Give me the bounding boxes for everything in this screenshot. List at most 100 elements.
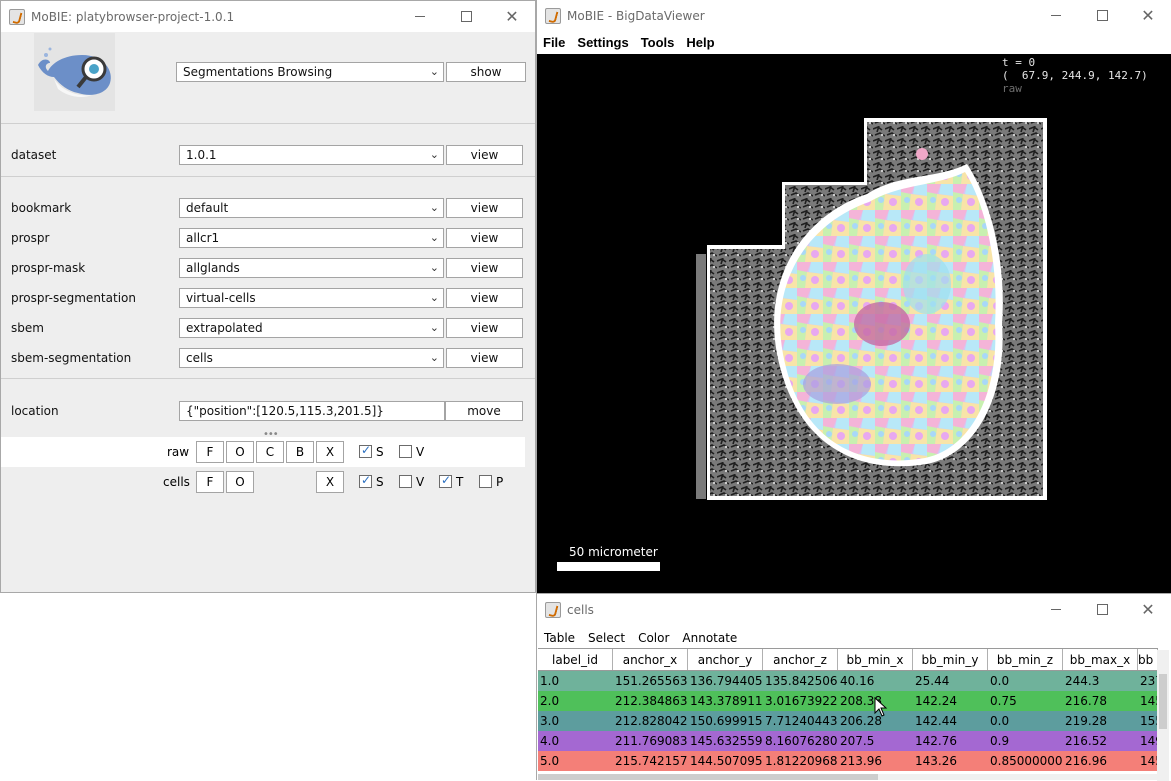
table-cell: 8.160762804... bbox=[765, 734, 838, 748]
table-cell: 145. bbox=[1140, 754, 1158, 768]
app-icon bbox=[545, 601, 561, 618]
column-header[interactable]: bb_min_x bbox=[838, 649, 913, 670]
maximize-button[interactable] bbox=[1079, 0, 1125, 31]
table-cell: 244.3 bbox=[1065, 674, 1100, 688]
bookmark-label: bookmark bbox=[11, 201, 72, 215]
maximize-button[interactable] bbox=[1079, 594, 1125, 625]
table-cell: 0.9 bbox=[990, 734, 1010, 748]
dataset-view-button[interactable]: view bbox=[446, 145, 523, 165]
table-cell: 25.44 bbox=[915, 674, 950, 688]
menu-help[interactable]: Help bbox=[686, 35, 714, 50]
mouse-cursor-icon bbox=[874, 697, 888, 717]
prospr-mask-select[interactable]: allglands ⌄ bbox=[179, 258, 444, 278]
close-button[interactable]: ✕ bbox=[1125, 594, 1171, 625]
cells-opacity-button[interactable]: O bbox=[226, 471, 254, 493]
table-cell: 145. bbox=[1140, 694, 1158, 708]
dataset-select[interactable]: 1.0.1 ⌄ bbox=[179, 145, 444, 165]
prospr-segmentation-label: prospr-segmentation bbox=[11, 291, 136, 305]
menu-file[interactable]: File bbox=[543, 35, 565, 50]
prospr-segmentation-select[interactable]: virtual-cells ⌄ bbox=[179, 288, 444, 308]
raw-focus-button[interactable]: F bbox=[196, 441, 224, 463]
cells-plot-checkbox[interactable] bbox=[479, 475, 492, 488]
move-button[interactable]: move bbox=[445, 401, 523, 421]
cells-focus-button[interactable]: F bbox=[196, 471, 224, 493]
prospr-mask-view-button[interactable]: view bbox=[446, 258, 523, 278]
mobie-titlebar[interactable]: MoBIE: platybrowser-project-1.0.1 ✕ bbox=[1, 1, 535, 32]
table-row[interactable]: 2.0 212.3848636...143.3789112...3.0167392… bbox=[538, 691, 1158, 711]
table-cell: 216.96 bbox=[1065, 754, 1107, 768]
window-title: MoBIE: platybrowser-project-1.0.1 bbox=[31, 9, 235, 24]
cells-remove-button[interactable]: X bbox=[316, 471, 344, 493]
cells-table-checkbox[interactable] bbox=[439, 473, 452, 488]
menu-table[interactable]: Table bbox=[544, 631, 575, 645]
menu-annotate[interactable]: Annotate bbox=[682, 631, 737, 645]
cells-table[interactable]: label_id anchor_x anchor_y anchor_z bb_m… bbox=[538, 648, 1158, 771]
column-header[interactable]: bb bbox=[1138, 649, 1158, 670]
cells-titlebar[interactable]: cells ✕ bbox=[537, 594, 1171, 625]
divider bbox=[1, 123, 535, 124]
bookmark-select[interactable]: default ⌄ bbox=[179, 198, 444, 218]
column-header[interactable]: bb_max_x bbox=[1063, 649, 1138, 670]
table-cell: 143.26 bbox=[915, 754, 957, 768]
prospr-view-button[interactable]: view bbox=[446, 228, 523, 248]
column-header[interactable]: anchor_y bbox=[688, 649, 763, 670]
minimize-button[interactable] bbox=[397, 1, 443, 32]
menu-tools[interactable]: Tools bbox=[641, 35, 675, 50]
table-cell: 135.8425068... bbox=[765, 674, 838, 688]
table-cell: 0.0 bbox=[990, 714, 1010, 728]
prospr-segmentation-view-button[interactable]: view bbox=[446, 288, 523, 308]
sbem-select[interactable]: extrapolated ⌄ bbox=[179, 318, 444, 338]
table-cell: 3.0 bbox=[540, 714, 560, 728]
cells-volume-checkbox[interactable] bbox=[399, 475, 412, 488]
maximize-button[interactable] bbox=[443, 1, 489, 32]
raw-opacity-button[interactable]: O bbox=[226, 441, 254, 463]
column-header[interactable]: bb_min_y bbox=[913, 649, 988, 670]
table-row[interactable]: 4.0 211.7690839...145.6325599...8.1607628… bbox=[538, 731, 1158, 751]
raw-volume-checkbox[interactable] bbox=[399, 445, 412, 458]
table-cell: 143.3789112... bbox=[690, 694, 763, 708]
mobie-body: Segmentations Browsing ⌄ show dataset 1.… bbox=[1, 32, 535, 592]
table-cell: 0.850000000... bbox=[990, 754, 1063, 768]
location-input[interactable]: {"position":[120.5,115.3,201.5]} bbox=[179, 401, 445, 421]
raw-brightness-button[interactable]: B bbox=[286, 441, 314, 463]
menu-select[interactable]: Select bbox=[588, 631, 625, 645]
bdv-window: MoBIE - BigDataViewer ✕ File Settings To… bbox=[536, 0, 1171, 593]
divider bbox=[1, 378, 535, 379]
scale-bar-label: 50 micrometer bbox=[569, 545, 658, 559]
prospr-select[interactable]: allcr1 ⌄ bbox=[179, 228, 444, 248]
close-button[interactable]: ✕ bbox=[489, 1, 535, 32]
menu-settings[interactable]: Settings bbox=[577, 35, 628, 50]
column-header[interactable]: anchor_z bbox=[763, 649, 838, 670]
column-header[interactable]: label_id bbox=[538, 649, 613, 670]
raw-color-button[interactable]: C bbox=[256, 441, 284, 463]
view-mode-select[interactable]: Segmentations Browsing ⌄ bbox=[176, 62, 444, 82]
column-header[interactable]: anchor_x bbox=[613, 649, 688, 670]
table-row[interactable]: 3.0 212.8280426...150.6999156...7.7124044… bbox=[538, 711, 1158, 731]
table-row[interactable]: 5.0 215.7421572...144.5070952...1.8122096… bbox=[538, 751, 1158, 771]
table-cell: 211.7690839... bbox=[615, 734, 688, 748]
column-header[interactable]: bb_min_z bbox=[988, 649, 1063, 670]
sbem-view-button[interactable]: view bbox=[446, 318, 523, 338]
dataset-value: 1.0.1 bbox=[186, 148, 217, 162]
raw-remove-button[interactable]: X bbox=[316, 441, 344, 463]
minimize-button[interactable] bbox=[1033, 0, 1079, 31]
image-viewer-canvas[interactable]: t = 0 ( 67.9, 244.9, 142.7) raw 50 micro… bbox=[537, 54, 1171, 593]
sbem-segmentation-value: cells bbox=[186, 351, 213, 365]
cells-show-checkbox[interactable] bbox=[359, 473, 372, 488]
show-button[interactable]: show bbox=[446, 62, 526, 82]
table-row[interactable]: 1.0 151.2655631...136.7944055...135.84250… bbox=[538, 671, 1158, 691]
bdv-titlebar[interactable]: MoBIE - BigDataViewer ✕ bbox=[537, 0, 1171, 31]
table-cell: 219.28 bbox=[1065, 714, 1107, 728]
raw-show-checkbox[interactable] bbox=[359, 443, 372, 458]
table-cell: 145.6325599... bbox=[690, 734, 763, 748]
minimize-button[interactable] bbox=[1033, 594, 1079, 625]
sbem-segmentation-select[interactable]: cells ⌄ bbox=[179, 348, 444, 368]
vertical-scrollbar[interactable] bbox=[1157, 650, 1169, 781]
bookmark-view-button[interactable]: view bbox=[446, 198, 523, 218]
horizontal-scrollbar[interactable] bbox=[538, 774, 1158, 780]
menu-color[interactable]: Color bbox=[638, 631, 669, 645]
close-button[interactable]: ✕ bbox=[1125, 0, 1171, 31]
sbem-segmentation-view-button[interactable]: view bbox=[446, 348, 523, 368]
window-title: cells bbox=[567, 602, 594, 617]
table-cell: 207.5 bbox=[840, 734, 875, 748]
